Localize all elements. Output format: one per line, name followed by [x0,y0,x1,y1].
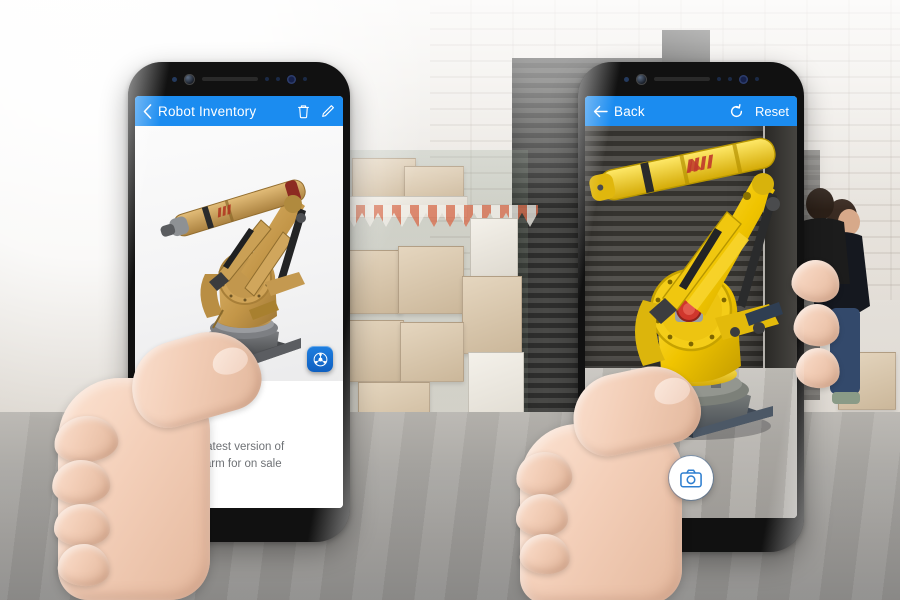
ar-camera-feed[interactable] [585,96,797,518]
left-phone-device: Robot Inventory k VII Overview This is t… [128,62,350,542]
trash-icon[interactable] [297,104,310,119]
cardboard-box [462,276,522,354]
screenshot-stage: Robot Inventory k VII Overview This is t… [0,0,900,600]
light-sensor-icon [716,77,721,81]
reset-action[interactable]: Reset [729,104,789,119]
camera-shutter-button[interactable] [669,456,713,500]
ar-placed-robot-arm[interactable] [587,118,795,448]
proximity-sensor-icon [623,76,629,82]
robot-arm-3d-model[interactable] [149,132,329,381]
light-sensor-icon [275,77,280,81]
iris-scanner-icon [183,73,195,85]
pencil-icon[interactable] [321,104,335,119]
led-indicator-icon [302,77,307,81]
overview-heading: Overview [148,419,201,433]
right-phone-screen: Back Reset [585,96,797,518]
cardboard-box [398,246,464,314]
light-sensor-icon [727,77,732,81]
back-arrow-icon[interactable] [593,105,608,118]
inventory-appbar: Robot Inventory [135,96,343,126]
proximity-sensor-icon [171,76,177,82]
earpiece-speaker [653,77,710,81]
refresh-ccw-icon[interactable] [729,103,744,119]
right-phone-top-bezel [578,62,804,96]
model-viewer[interactable] [135,126,343,381]
ar-cube-icon [313,352,327,366]
appbar-actions [297,104,335,119]
view-in-ar-button[interactable] [307,346,333,372]
iris-scanner-icon [635,73,647,85]
model-info-panel: k VII Overview This is the latest versio… [135,381,343,508]
front-camera-icon [738,74,748,84]
left-phone-top-bezel [128,62,350,96]
earpiece-speaker [201,77,258,81]
reset-label[interactable]: Reset [755,104,789,119]
led-indicator-icon [754,77,759,81]
back-chevron-icon[interactable] [143,103,152,119]
right-phone-device: Back Reset [578,62,804,552]
front-camera-icon [286,74,296,84]
cardboard-box [400,322,464,382]
left-phone-screen: Robot Inventory k VII Overview This is t… [135,96,343,508]
light-sensor-icon [264,77,269,81]
cardboard-box [470,218,518,278]
overview-body-text: This is the latest version of the roboti… [148,441,285,487]
model-name-text: k VII [148,391,175,405]
camera-icon [680,468,702,488]
ar-appbar: Back Reset [585,96,797,126]
page-title: Robot Inventory [158,103,257,119]
back-label[interactable]: Back [614,104,729,119]
